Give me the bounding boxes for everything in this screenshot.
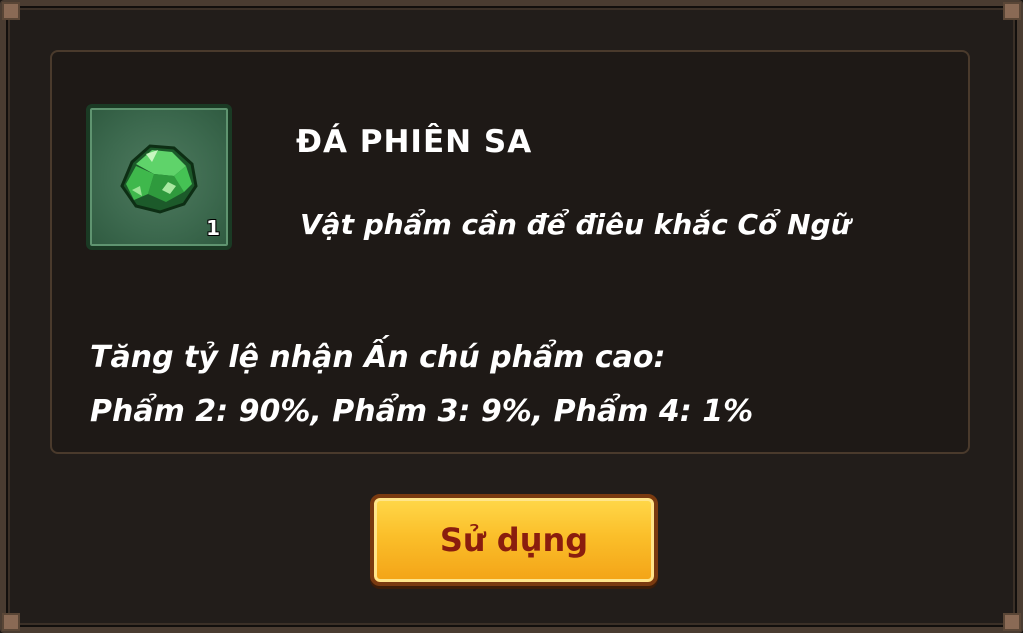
effect-line-1: Tăng tỷ lệ nhận Ấn chú phẩm cao: — [90, 340, 666, 375]
item-info-panel: 1 ĐÁ PHIÊN SA Vật phẩm cần để điêu khắc … — [50, 50, 970, 454]
frame-corner-top-right — [1003, 2, 1021, 20]
frame-corner-bottom-left — [2, 613, 20, 631]
use-button[interactable]: Sử dụng — [370, 494, 658, 586]
item-info-dialog: 1 ĐÁ PHIÊN SA Vật phẩm cần để điêu khắc … — [0, 0, 1023, 633]
frame-corner-top-left — [2, 2, 20, 20]
item-quantity: 1 — [206, 216, 220, 240]
item-name: ĐÁ PHIÊN SA — [296, 124, 533, 160]
use-button-label: Sử dụng — [439, 521, 589, 559]
frame-corner-bottom-right — [1003, 613, 1021, 631]
item-description: Vật phẩm cần để điêu khắc Cổ Ngữ — [300, 208, 851, 241]
item-slot: 1 — [86, 104, 232, 250]
green-stone-icon — [120, 144, 198, 214]
effect-line-2: Phẩm 2: 90%, Phẩm 3: 9%, Phẩm 4: 1% — [90, 394, 754, 429]
